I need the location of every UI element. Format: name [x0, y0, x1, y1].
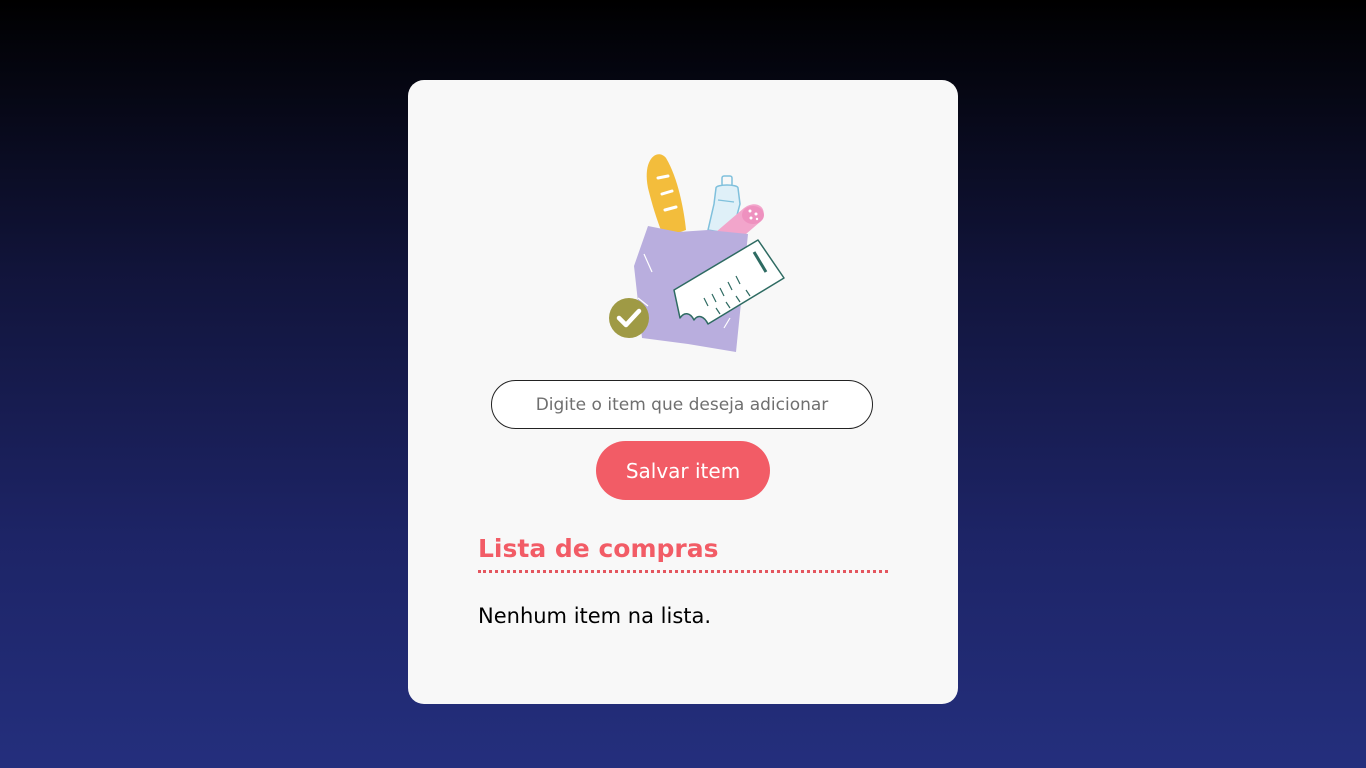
bread-icon [646, 154, 686, 238]
empty-list-message: Nenhum item na lista. [478, 604, 712, 628]
shopping-list-card: Salvar item Lista de compras Nenhum item… [408, 80, 958, 704]
shopping-bag-groceries-icon [609, 154, 785, 352]
item-input[interactable] [491, 380, 873, 429]
save-item-button[interactable]: Salvar item [596, 441, 770, 500]
check-circle-icon [609, 298, 649, 338]
shopping-list-title: Lista de compras [478, 532, 888, 573]
